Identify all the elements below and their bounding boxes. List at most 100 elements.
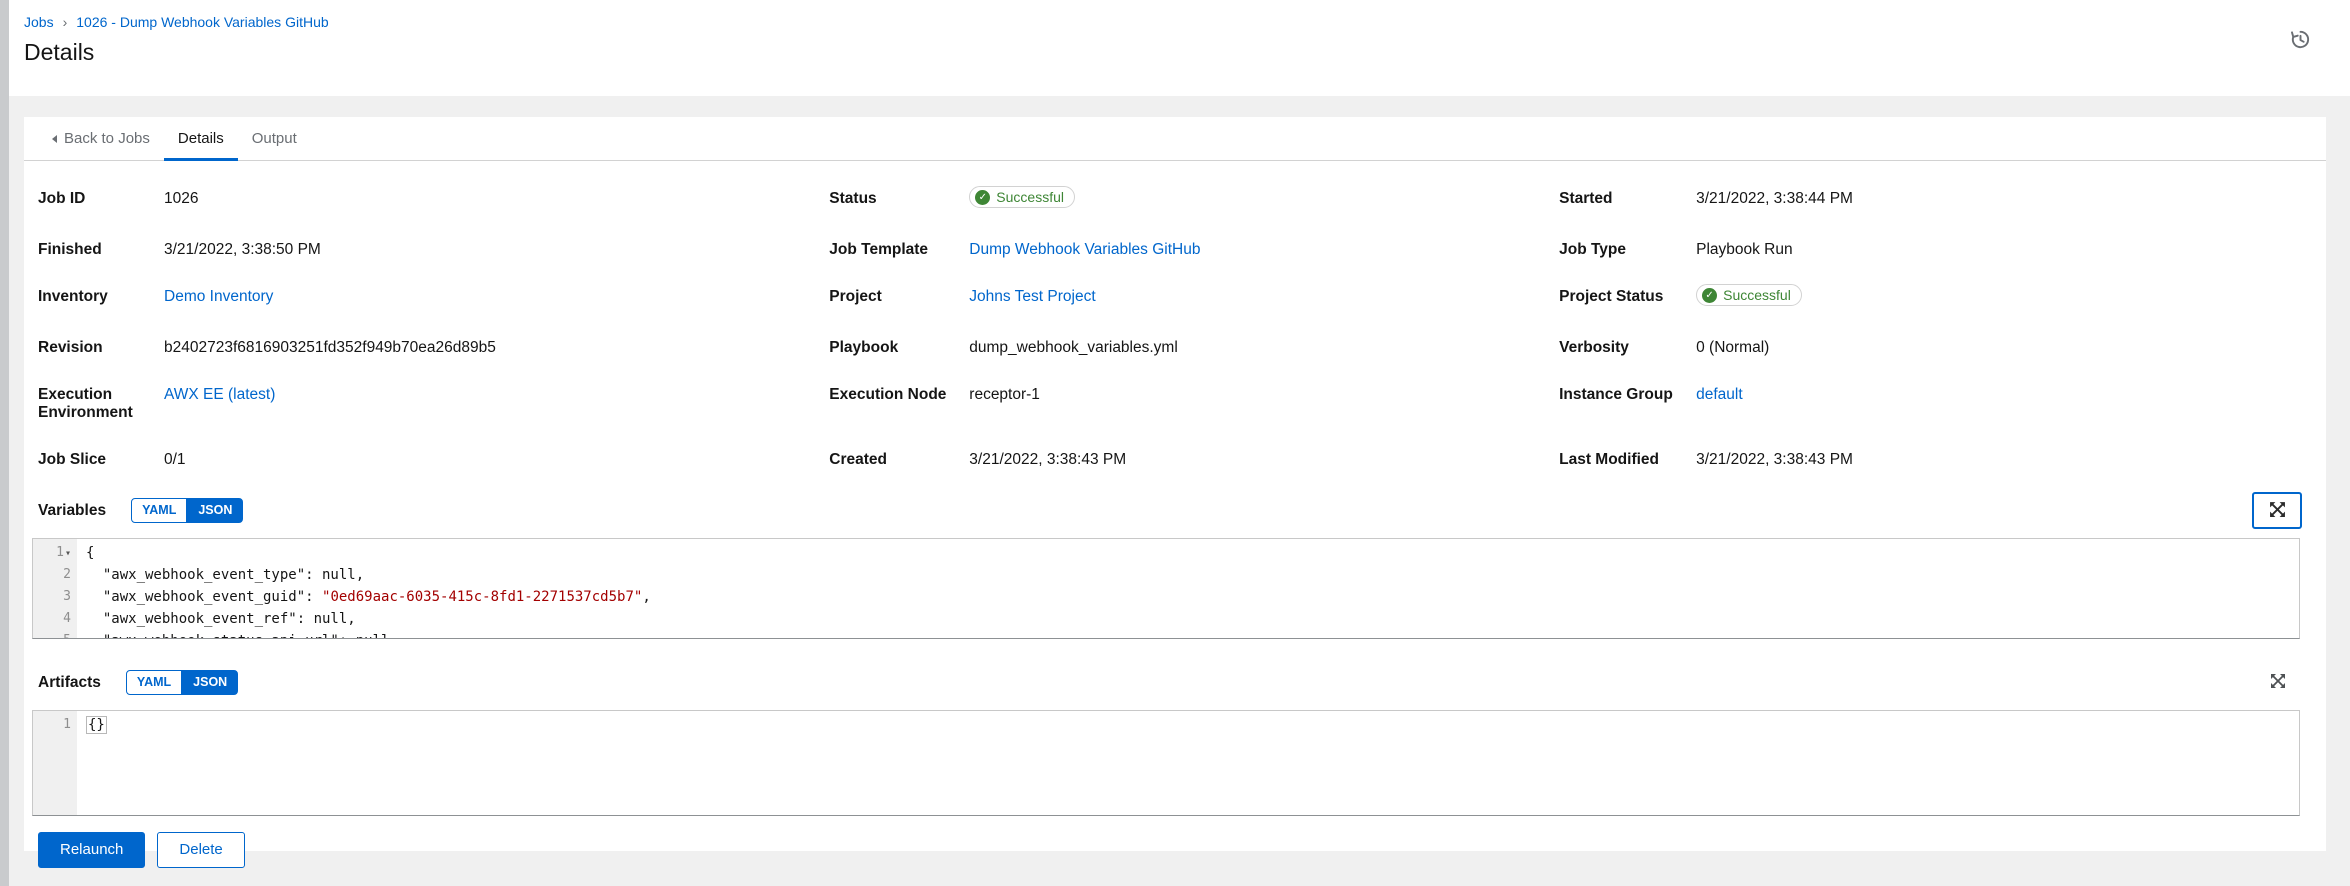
artifacts-section-header: Artifacts YAML JSON bbox=[24, 670, 2326, 695]
field-inventory: InventoryDemo Inventory bbox=[38, 288, 829, 310]
editor-code: {} bbox=[77, 714, 107, 736]
expand-arrows-icon bbox=[2269, 501, 2286, 521]
editor-line: 4 "awx_webhook_event_ref": null, bbox=[33, 608, 2299, 630]
field-label: Project Status bbox=[1559, 288, 1696, 306]
caret-left-icon bbox=[52, 135, 57, 143]
content-card: Back to Jobs Details Output Job ID1026St… bbox=[24, 117, 2326, 851]
variables-section-header: Variables YAML JSON bbox=[24, 498, 2326, 523]
field-job-type: Job TypePlaybook Run bbox=[1559, 241, 2312, 259]
field-value: 0/1 bbox=[164, 451, 206, 469]
field-label: Status bbox=[829, 190, 969, 208]
field-value: 3/21/2022, 3:38:43 PM bbox=[1696, 451, 1873, 469]
field-label: Job Type bbox=[1559, 241, 1696, 259]
field-label: Project bbox=[829, 288, 969, 306]
field-value: 1026 bbox=[164, 190, 218, 208]
field-project-status: Project Status✓Successful bbox=[1559, 288, 2312, 310]
breadcrumb-separator-icon: › bbox=[63, 14, 68, 30]
field-job-slice: Job Slice0/1 bbox=[38, 451, 829, 469]
artifacts-label: Artifacts bbox=[38, 674, 101, 692]
editor-code: "awx_webhook_status_api_url": null, bbox=[77, 630, 398, 639]
field-finished: Finished3/21/2022, 3:38:50 PM bbox=[38, 241, 829, 259]
window-edge bbox=[0, 0, 9, 886]
field-label: Last Modified bbox=[1559, 451, 1696, 469]
relaunch-button[interactable]: Relaunch bbox=[38, 832, 145, 868]
artifacts-expand-button[interactable] bbox=[2264, 668, 2292, 696]
actions-bar: Relaunch Delete bbox=[24, 816, 2326, 868]
history-button[interactable] bbox=[2287, 26, 2314, 56]
field-project: ProjectJohns Test Project bbox=[829, 288, 1559, 310]
field-label: Verbosity bbox=[1559, 339, 1696, 357]
field-started: Started3/21/2022, 3:38:44 PM bbox=[1559, 190, 2312, 212]
variables-editor[interactable]: 1▾{2 "awx_webhook_event_type": null,3 "a… bbox=[32, 538, 2300, 639]
field-value: dump_webhook_variables.yml bbox=[969, 339, 1198, 357]
field-value-link[interactable]: default bbox=[1696, 386, 1763, 404]
editor-code: { bbox=[77, 542, 94, 564]
field-value-link[interactable]: AWX EE (latest) bbox=[164, 386, 295, 404]
editor-line: 3 "awx_webhook_event_guid": "0ed69aac-60… bbox=[33, 586, 2299, 608]
tab-back-to-jobs-label: Back to Jobs bbox=[64, 130, 150, 147]
artifacts-json-button[interactable]: JSON bbox=[182, 670, 238, 695]
breadcrumb-item-jobs[interactable]: Jobs bbox=[24, 14, 54, 30]
artifacts-editor[interactable]: 1{} bbox=[32, 710, 2300, 816]
field-value: ✓Successful bbox=[1696, 288, 1822, 310]
status-badge-label: Successful bbox=[996, 189, 1064, 205]
field-value: 3/21/2022, 3:38:50 PM bbox=[164, 241, 341, 259]
field-label: Job ID bbox=[38, 190, 164, 208]
field-execution-environment: Execution EnvironmentAWX EE (latest) bbox=[38, 386, 829, 422]
line-number: 3 bbox=[33, 586, 77, 608]
field-value: 3/21/2022, 3:38:43 PM bbox=[969, 451, 1146, 469]
field-job-template: Job TemplateDump Webhook Variables GitHu… bbox=[829, 241, 1559, 259]
artifacts-yaml-json-toggle: YAML JSON bbox=[126, 670, 238, 695]
field-value: 0 (Normal) bbox=[1696, 339, 1789, 357]
variables-yaml-button[interactable]: YAML bbox=[131, 498, 187, 523]
field-label: Instance Group bbox=[1559, 386, 1696, 404]
delete-button[interactable]: Delete bbox=[157, 832, 244, 868]
line-number: 1 bbox=[33, 714, 77, 736]
breadcrumb-item-current[interactable]: 1026 - Dump Webhook Variables GitHub bbox=[76, 14, 328, 30]
field-revision: Revisionb2402723f6816903251fd352f949b70e… bbox=[38, 339, 829, 357]
check-circle-icon: ✓ bbox=[1702, 288, 1717, 303]
page-header: Jobs › 1026 - Dump Webhook Variables Git… bbox=[0, 0, 2350, 96]
field-label: Job Slice bbox=[38, 451, 164, 469]
check-circle-icon: ✓ bbox=[975, 190, 990, 205]
field-label: Execution Node bbox=[829, 386, 969, 404]
editor-line: 5 "awx_webhook_status_api_url": null, bbox=[33, 630, 2299, 639]
field-execution-node: Execution Nodereceptor-1 bbox=[829, 386, 1559, 422]
tab-output-label: Output bbox=[252, 130, 297, 147]
field-label: Revision bbox=[38, 339, 164, 357]
field-label: Finished bbox=[38, 241, 164, 259]
history-icon bbox=[2289, 39, 2312, 54]
field-value: b2402723f6816903251fd352f949b70ea26d89b5 bbox=[164, 339, 516, 357]
fold-caret-icon[interactable]: ▾ bbox=[65, 548, 71, 559]
field-label: Inventory bbox=[38, 288, 164, 306]
variables-expand-button[interactable] bbox=[2252, 492, 2302, 529]
field-value-link[interactable]: Demo Inventory bbox=[164, 288, 293, 306]
line-number: 1▾ bbox=[33, 542, 77, 564]
tab-output[interactable]: Output bbox=[238, 117, 311, 160]
tab-back-to-jobs[interactable]: Back to Jobs bbox=[38, 117, 164, 160]
tabs: Back to Jobs Details Output bbox=[24, 117, 2326, 161]
status-badge: ✓ Successful bbox=[969, 186, 1075, 208]
breadcrumb: Jobs › 1026 - Dump Webhook Variables Git… bbox=[24, 14, 2312, 30]
tab-details-label: Details bbox=[178, 130, 224, 147]
variables-yaml-json-toggle: YAML JSON bbox=[131, 498, 243, 523]
field-last-modified: Last Modified3/21/2022, 3:38:43 PM bbox=[1559, 451, 2312, 469]
field-playbook: Playbookdump_webhook_variables.yml bbox=[829, 339, 1559, 357]
variables-editor-lines: 1▾{2 "awx_webhook_event_type": null,3 "a… bbox=[33, 539, 2299, 639]
tab-details[interactable]: Details bbox=[164, 117, 238, 160]
field-label: Playbook bbox=[829, 339, 969, 357]
field-value: Playbook Run bbox=[1696, 241, 1813, 259]
artifacts-yaml-button[interactable]: YAML bbox=[126, 670, 182, 695]
field-value: ✓ Successful bbox=[969, 190, 1095, 212]
page-title: Details bbox=[24, 39, 2312, 66]
line-number: 4 bbox=[33, 608, 77, 630]
field-value-link[interactable]: Dump Webhook Variables GitHub bbox=[969, 241, 1220, 259]
field-value-link[interactable]: Johns Test Project bbox=[969, 288, 1115, 306]
field-job-id: Job ID1026 bbox=[38, 190, 829, 212]
field-label: Job Template bbox=[829, 241, 969, 259]
field-instance-group: Instance Groupdefault bbox=[1559, 386, 2312, 422]
editor-line: 1▾{ bbox=[33, 542, 2299, 564]
editor-line: 2 "awx_webhook_event_type": null, bbox=[33, 564, 2299, 586]
variables-json-button[interactable]: JSON bbox=[187, 498, 243, 523]
field-created: Created3/21/2022, 3:38:43 PM bbox=[829, 451, 1559, 469]
